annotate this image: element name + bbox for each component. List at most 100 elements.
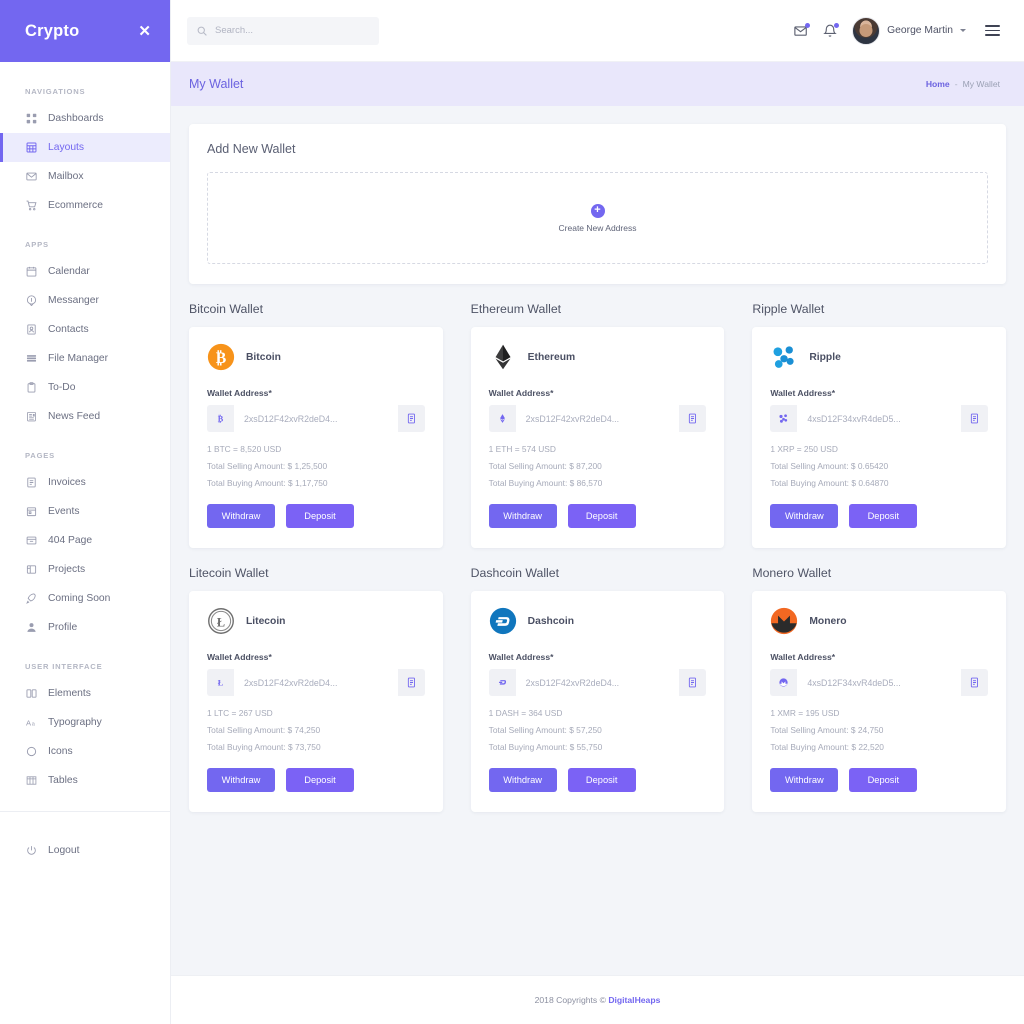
wallet-column-ethereum: Ethereum Wallet Ethereum Wallet Address* [470,302,725,548]
wallet-address-group [770,669,988,696]
coin-name: Monero [809,615,847,627]
sidebar-item-logout[interactable]: Logout [0,836,170,865]
withdraw-button[interactable]: Withdraw [207,768,275,792]
svg-text:Ł: Ł [217,615,225,629]
sidebar-item-label: Layouts [48,142,85,153]
deposit-button[interactable]: Deposit [286,768,354,792]
sidebar-item-profile[interactable]: Profile [0,613,170,642]
contact-icon [25,324,37,336]
search-box[interactable] [187,16,379,45]
sidebar-item-layouts[interactable]: Layouts [0,133,170,162]
withdraw-button[interactable]: Withdraw [488,504,557,528]
wallet-address-input[interactable] [515,405,680,432]
sidebar-item-label: Ecommerce [48,200,103,211]
wallet-selling-amount: Total Selling Amount: $ 1,25,500 [207,461,328,471]
wallet-address-group [488,669,707,696]
deposit-button[interactable]: Deposit [849,504,918,528]
sidebar-item-coming-soon[interactable]: Coming Soon [0,584,170,613]
wallet-address-input[interactable] [234,405,398,432]
deposit-button[interactable]: Deposit [286,504,354,528]
litecoin-logo: Ł [207,607,235,635]
mail-icon[interactable] [794,22,811,38]
create-new-address-label: Create New Address [558,222,637,233]
search-input[interactable] [215,25,365,36]
deposit-button[interactable]: Deposit [567,768,636,792]
sidebar-item-file-manager[interactable]: File Manager [0,344,170,373]
user-icon [25,622,37,634]
sidebar-item-tables[interactable]: Tables [0,766,170,795]
wallet-buying-amount: Total Buying Amount: $ 1,17,750 [207,478,328,488]
layout-icon [25,142,37,154]
copy-icon[interactable] [397,669,425,696]
copy-icon[interactable] [961,405,988,432]
sidebar-item-messanger[interactable]: Messanger [0,286,170,315]
search-icon [197,26,207,36]
sidebar-item-news-feed[interactable]: News Feed [0,402,170,431]
sidebar-item-calendar[interactable]: Calendar [0,257,170,286]
close-icon[interactable]: ✕ [138,24,151,39]
copy-icon[interactable] [679,669,707,696]
wallet-actions: Withdraw Deposit [770,768,988,792]
sidebar-group-label-pages: PAGES [25,451,56,460]
wallet-rate: 1 XRP = 250 USD [770,444,838,454]
wallet-buying-amount: Total Buying Amount: $ 0.64870 [770,478,889,488]
footer-copyright-text: 2018 Copyrights © [534,995,609,1005]
wallet-section-title: Bitcoin Wallet [189,302,264,316]
wallet-column-litecoin: Litecoin Wallet Ł Litecoin Wallet Addres… [189,566,443,812]
sidebar-item-contacts[interactable]: Contacts [0,315,170,344]
wallet-rate: 1 BTC = 8,520 USD [207,444,282,454]
copy-icon[interactable] [679,405,707,432]
page-title: My Wallet [189,77,244,91]
folder-icon [25,353,37,365]
create-new-address-dropzone[interactable]: + Create New Address [207,172,988,264]
sidebar-item-label: Coming Soon [48,593,111,604]
wallet-address-input[interactable] [234,669,398,696]
avatar [852,16,881,45]
wallet-column-dashcoin: Dashcoin Wallet Dashcoin Wallet Address* [470,566,725,812]
wallet-buying-amount: Total Buying Amount: $ 22,520 [770,742,884,752]
withdraw-button[interactable]: Withdraw [488,768,557,792]
sidebar-item-label: Messanger [48,295,99,306]
wallet-address-input[interactable] [797,669,961,696]
litecoin-icon: Ł [207,669,234,696]
wallet-rate: 1 ETH = 574 USD [488,444,556,454]
hamburger-icon[interactable] [985,25,1000,36]
sidebar-item-typography[interactable]: Aa Typography [0,708,170,737]
sidebar-group-label-apps: APPS [25,240,49,249]
sidebar-item-ecommerce[interactable]: Ecommerce [0,191,170,220]
sidebar-item-invoices[interactable]: Invoices [0,468,170,497]
news-icon [25,411,37,423]
withdraw-button[interactable]: Withdraw [770,504,839,528]
sidebar-item-events[interactable]: Events [0,497,170,526]
copy-icon[interactable] [397,405,425,432]
wallet-address-input[interactable] [797,405,961,432]
sidebar-item-projects[interactable]: Projects [0,555,170,584]
ethereum-icon [488,405,516,432]
deposit-button[interactable]: Deposit [567,504,636,528]
wallet-address-group [488,405,707,432]
svg-text:Ł: Ł [218,679,224,688]
user-menu[interactable]: George Martin [852,16,966,45]
wallet-card-monero: Monero Wallet Address* 1 XMR = 195 USD T… [752,591,1006,812]
withdraw-button[interactable]: Withdraw [770,768,839,792]
sidebar-item-404-page[interactable]: 404 Page [0,526,170,555]
withdraw-button[interactable]: Withdraw [207,504,275,528]
sidebar-item-to-do[interactable]: To-Do [0,373,170,402]
copy-icon[interactable] [961,669,988,696]
deposit-button[interactable]: Deposit [849,768,918,792]
sidebar-item-icons[interactable]: Icons [0,737,170,766]
breadcrumb-home[interactable]: Home [926,79,950,89]
sidebar-logout-group: Logout [0,812,170,865]
sidebar-item-mailbox[interactable]: Mailbox [0,162,170,191]
sidebar-item-elements[interactable]: Elements [0,679,170,708]
bell-icon[interactable] [823,22,840,38]
wallet-address-input[interactable] [515,669,680,696]
wallet-address-label: Wallet Address* [488,388,554,398]
ripple-icon [770,405,798,432]
wallet-address-group: ₿ [207,405,425,432]
coin-name: Bitcoin [246,351,281,363]
add-new-wallet-title: Add New Wallet [207,142,296,156]
wallet-card-bitcoin: ₿ Bitcoin Wallet Address* ₿ 1 BTC = 8,52… [189,327,443,548]
footer-brand-link[interactable]: DigitalHeaps [608,995,660,1005]
sidebar-item-dashboards[interactable]: Dashboards [0,104,170,133]
